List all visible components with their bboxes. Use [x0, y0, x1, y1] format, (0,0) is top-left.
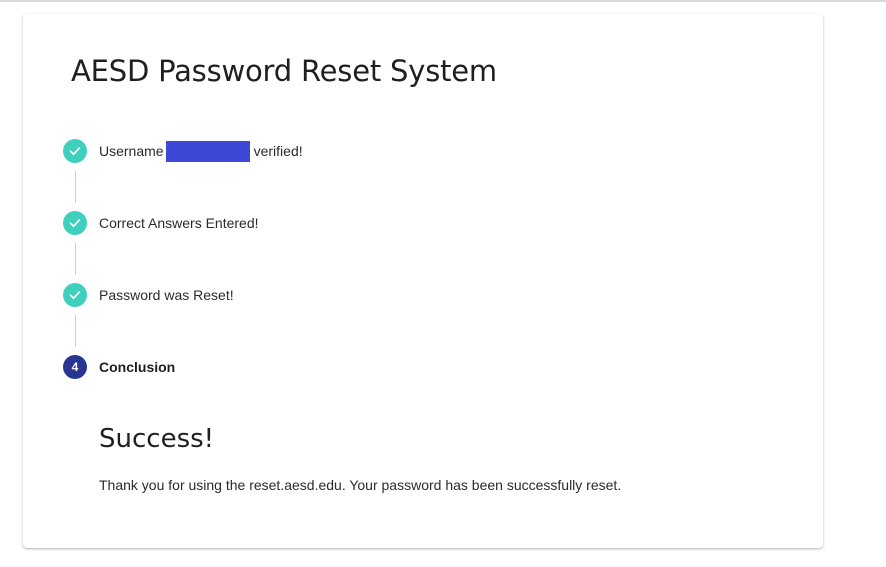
top-divider	[0, 0, 886, 2]
step-answers-label: Correct Answers Entered!	[99, 215, 259, 231]
check-icon	[63, 139, 87, 163]
success-heading: Success!	[99, 424, 215, 454]
step-connector	[75, 243, 76, 275]
reset-card: AESD Password Reset System Username veri…	[23, 14, 823, 548]
username-label-prefix: Username	[99, 143, 164, 159]
page-title: AESD Password Reset System	[71, 54, 497, 88]
step-password-reset: Password was Reset!	[63, 283, 234, 307]
step-connector	[75, 315, 76, 347]
check-icon	[63, 211, 87, 235]
success-message: Thank you for using the reset.aesd.edu. …	[99, 477, 622, 493]
step-number-badge: 4	[63, 355, 87, 379]
step-username: Username verified!	[63, 139, 303, 163]
check-icon	[63, 283, 87, 307]
step-password-reset-label: Password was Reset!	[99, 287, 234, 303]
step-username-label: Username verified!	[99, 140, 303, 162]
step-answers: Correct Answers Entered!	[63, 211, 259, 235]
step-connector	[75, 171, 76, 203]
step-conclusion-label: Conclusion	[99, 359, 176, 375]
username-label-suffix: verified!	[253, 143, 303, 159]
step-conclusion: 4 Conclusion	[63, 355, 175, 379]
redacted-username	[165, 140, 250, 162]
